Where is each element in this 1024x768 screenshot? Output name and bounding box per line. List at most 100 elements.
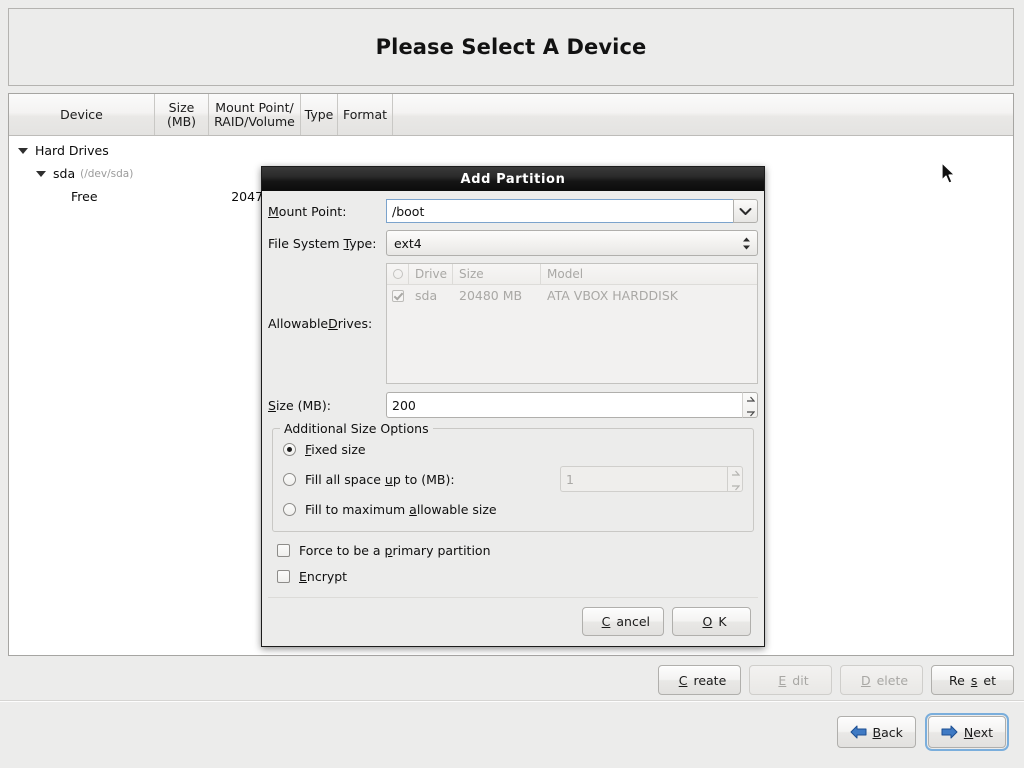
radio-selected-icon[interactable] (283, 442, 296, 456)
radio-unselected-icon[interactable] (283, 502, 296, 516)
circle-icon (392, 269, 403, 279)
create-button[interactable]: Create (658, 665, 741, 695)
reset-button-pre: Re (949, 672, 965, 688)
drives-col-drive: Drive (409, 264, 453, 284)
drives-col-model: Model (547, 267, 584, 281)
up-down-arrows-icon (739, 236, 753, 251)
next-button-accel: N (963, 724, 974, 740)
ok-button-accel: O (702, 614, 713, 629)
column-header-size[interactable]: Size (MB) (155, 94, 209, 135)
expander-triangle-icon[interactable] (18, 147, 28, 154)
stepper-down-icon[interactable] (746, 405, 755, 420)
create-button-accel: C (678, 672, 688, 688)
radio-fill-max-size[interactable]: Fill to maximum allowable size (283, 497, 743, 521)
back-button-post: ack (881, 724, 903, 740)
edit-button-accel: E (778, 672, 787, 688)
dialog-action-bar: Cancel OK (268, 597, 758, 646)
checkbox-unchecked-icon[interactable] (277, 569, 290, 583)
tree-cell-device: Free (9, 189, 217, 204)
partition-setup-screen: Please Select A Device Device Size (MB) … (0, 0, 1024, 768)
column-header-size-line2: (MB) (166, 113, 197, 129)
radio-fill-all-space[interactable]: Fill all space up to (MB): (283, 464, 743, 494)
radio-fill-max-size-label[interactable]: Fill to maximum allowable size (305, 502, 497, 517)
dialog-titlebar[interactable]: Add Partition (262, 167, 764, 191)
create-button-post: reate (693, 672, 727, 688)
add-partition-dialog: Add Partition Mount Point: File System T… (261, 166, 765, 647)
force-primary-partition-label[interactable]: Force to be a primary partition (299, 543, 491, 558)
cancel-button[interactable]: Cancel (581, 607, 664, 636)
file-system-type-row: File System Type: ext4 (268, 230, 758, 256)
radio-fixed-size[interactable]: Fixed size (283, 437, 743, 461)
radio-fill-all-space-label[interactable]: Fill all space up to (MB): (305, 472, 455, 487)
size-mb-spinner[interactable] (386, 392, 758, 418)
size-label-post: ize (MB): (275, 397, 331, 413)
opt2-post: llowable size (416, 501, 497, 517)
mount-point-combo[interactable] (386, 199, 758, 223)
radio-unselected-icon[interactable] (283, 472, 296, 486)
chk0-post: rimary partition (392, 542, 491, 558)
edit-button: Edit (749, 665, 832, 695)
edit-button-post: dit (792, 672, 809, 688)
back-button-accel: B (872, 724, 882, 740)
cancel-button-accel: C (601, 614, 611, 629)
stepper-up-icon (731, 464, 740, 479)
arrow-left-icon (850, 725, 867, 739)
device-name: Hard Drives (35, 143, 109, 158)
chevron-down-icon (739, 204, 752, 219)
mount-point-label-post: ount Point: (278, 203, 347, 219)
column-header-type[interactable]: Type (301, 94, 338, 135)
fs-label-pre: File System (268, 235, 344, 251)
column-header-format[interactable]: Format (338, 94, 393, 135)
opt1-post: p to (MB): (392, 471, 455, 487)
column-header-mount-point[interactable]: Mount Point/ RAID/Volume (209, 94, 301, 135)
stepper-down-icon (731, 479, 740, 494)
back-button[interactable]: Back (836, 716, 916, 748)
opt1-pre: Fill all space (305, 471, 385, 487)
drive-size: 20480 MB (459, 288, 523, 303)
arrow-right-icon (941, 725, 958, 739)
opt2-pre: Fill to maximum (305, 501, 410, 517)
opt0-post: ixed size (311, 441, 366, 457)
opt1-accel: u (384, 471, 393, 487)
mount-point-dropdown-button[interactable] (733, 199, 758, 223)
size-mb-input[interactable] (386, 392, 742, 418)
additional-size-options-legend: Additional Size Options (280, 421, 433, 436)
checkbox-unchecked-icon[interactable] (277, 543, 290, 557)
next-button[interactable]: Next (924, 713, 1010, 751)
device-path: (/dev/sda) (80, 167, 134, 180)
mount-point-input[interactable] (386, 199, 733, 223)
table-row[interactable]: Hard Drives (9, 139, 1013, 162)
encrypt-label[interactable]: Encrypt (299, 569, 347, 584)
column-header-filler (393, 94, 1013, 135)
column-header-device[interactable]: Device (9, 94, 155, 135)
ok-button[interactable]: OK (672, 607, 751, 636)
delete-button-accel: D (860, 672, 871, 688)
radio-fixed-size-label[interactable]: Fixed size (305, 442, 366, 457)
ok-button-post: K (718, 614, 727, 629)
fill-all-space-input (560, 466, 727, 492)
size-mb-stepper[interactable] (742, 392, 758, 418)
drive-checkbox (387, 285, 409, 306)
device-name: Free (71, 189, 98, 204)
partition-action-bar: Create Edit Delete Re s et (8, 664, 1014, 696)
drives-label-accel: D (328, 316, 338, 331)
encrypt-row[interactable]: Encrypt (268, 564, 758, 588)
mount-point-row: Mount Point: (268, 199, 758, 223)
opt2-accel: a (409, 501, 417, 517)
size-label-accel: S (268, 397, 276, 413)
drives-label-pre: Allowable (268, 316, 329, 331)
wizard-nav-bar: Back Next (0, 713, 1024, 762)
next-button-post: ext (973, 724, 993, 740)
expander-triangle-icon[interactable] (36, 170, 46, 177)
drive-model: ATA VBOX HARDDISK (547, 288, 678, 303)
checkbox-checked-icon (392, 289, 404, 302)
force-primary-partition-row[interactable]: Force to be a primary partition (268, 538, 758, 562)
drives-col-check (387, 264, 409, 284)
file-system-type-value: ext4 (394, 235, 422, 251)
column-header-mount-line2: RAID/Volume (214, 113, 295, 129)
file-system-type-select[interactable]: ext4 (386, 230, 758, 256)
stepper-up-icon[interactable] (746, 390, 755, 405)
drive-name: sda (415, 288, 438, 303)
delete-button: Delete (840, 665, 923, 695)
reset-button[interactable]: Re s et (931, 665, 1014, 695)
